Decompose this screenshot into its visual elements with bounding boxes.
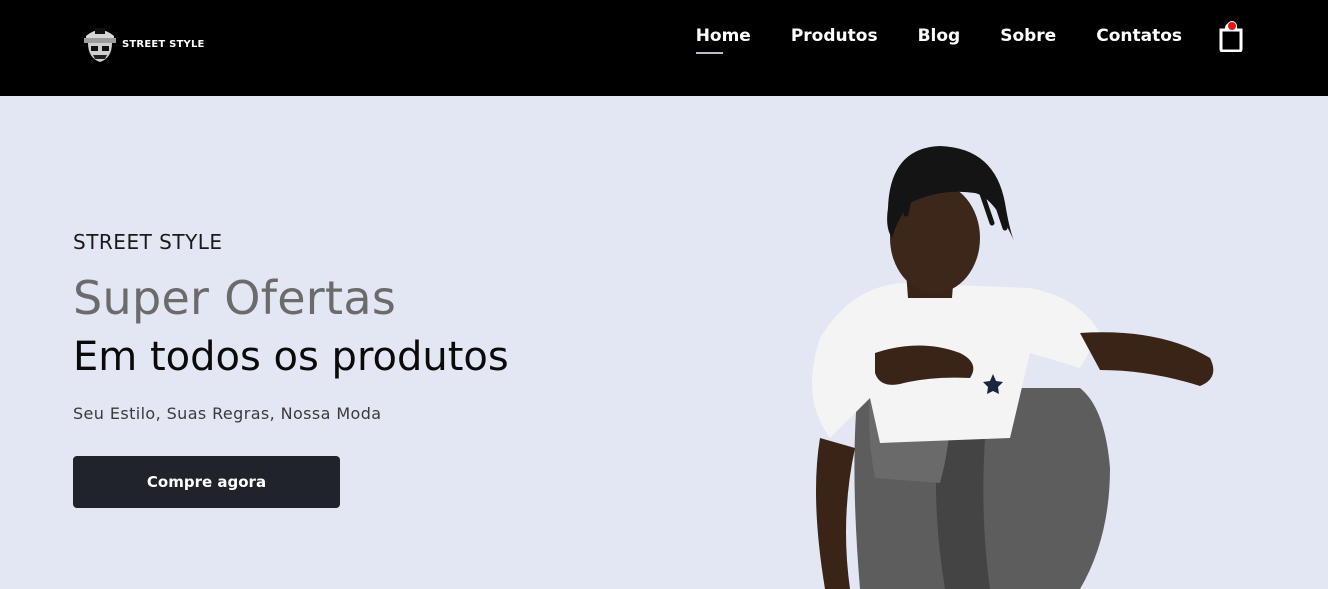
nav-item-produtos: Produtos — [791, 25, 878, 47]
brand-name: STREET STYLE — [122, 38, 205, 50]
nav-link-sobre[interactable]: Sobre — [1000, 25, 1056, 47]
buy-now-button[interactable]: Compre agora — [73, 456, 340, 508]
hero-text: STREET STYLE Super Ofertas Em todos os p… — [73, 228, 509, 423]
brand-logo[interactable]: STREET STYLE — [80, 22, 205, 66]
skull-cap-icon — [84, 28, 116, 62]
main-nav: Home Produtos Blog Sobre Contatos — [696, 25, 1182, 47]
nav-item-sobre: Sobre — [1000, 25, 1056, 47]
hero-tagline: Seu Estilo, Suas Regras, Nossa Moda — [73, 404, 382, 423]
hero-headline: Super Ofertas — [73, 271, 397, 325]
nav-item-blog: Blog — [918, 25, 961, 47]
nav-link-home[interactable]: Home — [696, 25, 751, 47]
hero-eyebrow: STREET STYLE — [73, 230, 223, 254]
nav-item-contatos: Contatos — [1096, 25, 1182, 47]
cart-button[interactable] — [1217, 21, 1245, 53]
navbar: STREET STYLE Home Produtos Blog Sobre Co… — [0, 0, 1328, 96]
hero-subheadline: Em todos os produtos — [73, 334, 509, 380]
nav-item-home: Home — [696, 25, 751, 47]
nav-link-blog[interactable]: Blog — [918, 25, 961, 47]
cart-badge — [1227, 21, 1237, 31]
hero-model-image — [812, 146, 1214, 589]
nav-link-produtos[interactable]: Produtos — [791, 25, 878, 47]
nav-link-contatos[interactable]: Contatos — [1096, 25, 1182, 47]
